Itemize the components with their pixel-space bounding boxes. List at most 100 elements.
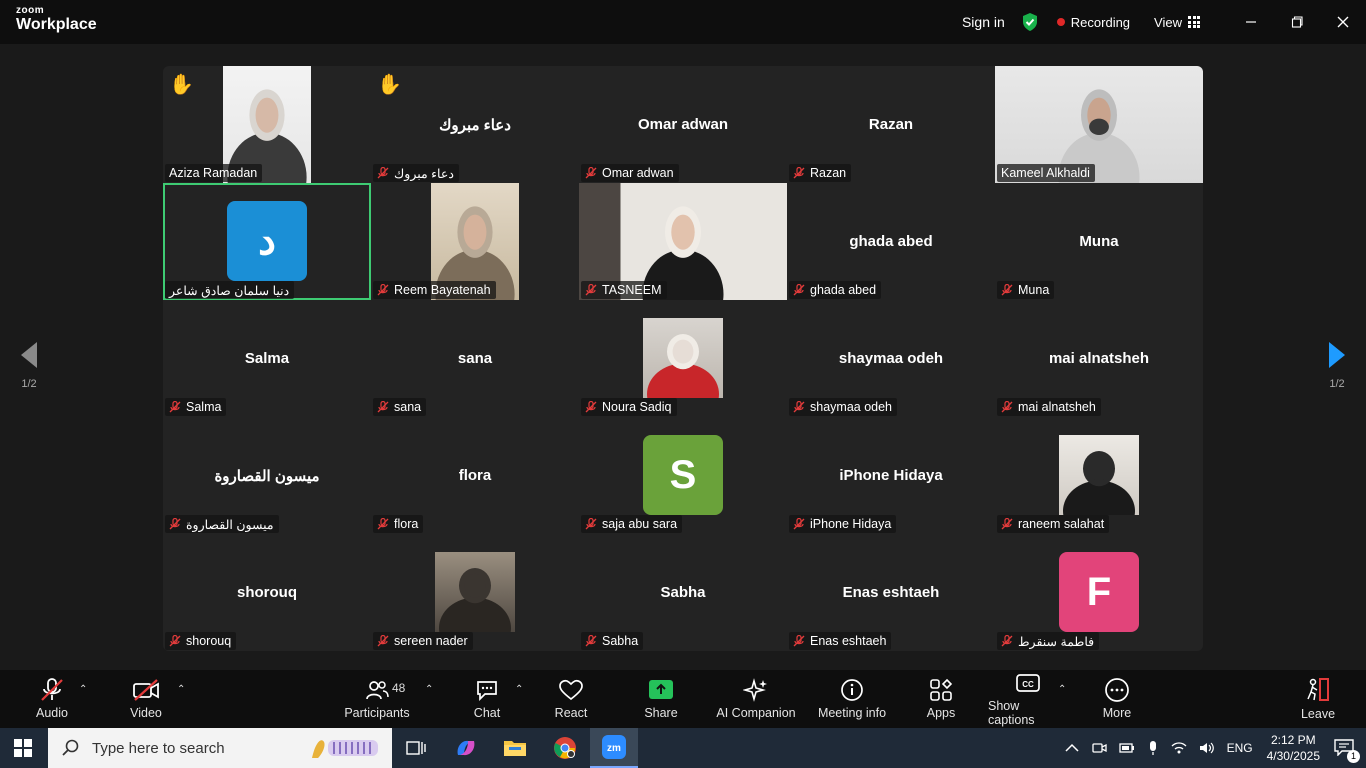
participants-options-caret-icon[interactable]: ⌃: [425, 684, 433, 695]
video-options-caret-icon[interactable]: ⌃: [177, 684, 185, 695]
participant-tile[interactable]: flora flora: [371, 417, 579, 534]
leave-button[interactable]: Leave: [1298, 670, 1338, 728]
grid-view-icon: [1188, 16, 1200, 28]
participant-name-text: iPhone Hidaya: [810, 517, 892, 531]
search-highlight-illustration: [312, 740, 378, 758]
participant-tile[interactable]: Ssaja abu sara: [579, 417, 787, 534]
chrome-app-button[interactable]: [541, 728, 589, 768]
participant-tile[interactable]: Kameel Alkhaldi: [995, 66, 1203, 183]
restore-button[interactable]: [1274, 0, 1320, 44]
close-button[interactable]: [1320, 0, 1366, 44]
chat-button[interactable]: Chat: [468, 670, 506, 728]
meeting-toolbar: Audio ⌃ Video ⌃ Participants 48 ⌃ Chat ⌃…: [0, 670, 1366, 728]
participant-name-label: Muna: [997, 281, 1055, 299]
chrome-icon: [554, 737, 576, 759]
participant-tile[interactable]: ✋ Aziza Ramadan: [163, 66, 371, 183]
show-hidden-icons-chevron-icon[interactable]: [1065, 743, 1079, 753]
participant-tile[interactable]: Enas eshtaeh Enas eshtaeh: [787, 534, 995, 651]
notification-count-badge: 1: [1347, 749, 1360, 763]
participant-tile[interactable]: د دنيا سلمان صادق شاعر: [163, 183, 371, 300]
participant-name-text: Sabha: [602, 634, 639, 648]
participant-name-label: ghada abed: [789, 281, 882, 299]
participant-tile[interactable]: TASNEEM: [579, 183, 787, 300]
participant-tile[interactable]: Sabha Sabha: [579, 534, 787, 651]
participant-tile[interactable]: Razan Razan: [787, 66, 995, 183]
recording-indicator[interactable]: Recording: [1056, 15, 1130, 30]
participant-name-text: flora: [394, 517, 419, 531]
taskbar-clock[interactable]: 2:12 PM 4/30/2025: [1267, 732, 1320, 764]
participant-tile[interactable]: sereen nader: [371, 534, 579, 651]
react-button[interactable]: React: [552, 670, 590, 728]
participant-tile[interactable]: Reem Bayatenah: [371, 183, 579, 300]
chat-options-caret-icon[interactable]: ⌃: [515, 684, 523, 695]
copilot-icon: [457, 740, 475, 756]
taskbar-search-box[interactable]: Type here to search: [48, 728, 392, 768]
participant-tile[interactable]: Muna Muna: [995, 183, 1203, 300]
volume-icon[interactable]: [1199, 741, 1215, 755]
participant-tile[interactable]: ghada abed ghada abed: [787, 183, 995, 300]
previous-page-button[interactable]: 1/2: [14, 340, 44, 390]
share-button[interactable]: Share: [642, 670, 680, 728]
participant-tile[interactable]: iPhone Hidaya iPhone Hidaya: [787, 417, 995, 534]
participant-tile[interactable]: shorouq shorouq: [163, 534, 371, 651]
video-label: Video: [130, 706, 162, 720]
audio-options-caret-icon[interactable]: ⌃: [79, 684, 87, 695]
participant-tile[interactable]: Noura Sadiq: [579, 300, 787, 417]
more-button[interactable]: More: [1098, 670, 1136, 728]
muted-microphone-icon: [585, 634, 597, 647]
heart-react-icon: [559, 679, 583, 701]
chat-icon: [477, 681, 497, 702]
next-page-button[interactable]: 1/2: [1322, 340, 1352, 390]
participant-tile[interactable]: Salma Salma: [163, 300, 371, 417]
leave-label: Leave: [1300, 707, 1336, 721]
participant-display-name: iPhone Hidaya: [839, 467, 943, 484]
gallery-view: ✋ Aziza Ramadan دعاء مبروك ✋ دعاء مبروك Omar …: [163, 66, 1203, 651]
video-button[interactable]: Video: [124, 670, 168, 728]
participant-name-label: Razan: [789, 164, 852, 182]
microphone-in-use-icon[interactable]: [1147, 740, 1159, 756]
audio-button[interactable]: Audio: [30, 670, 74, 728]
participant-tile[interactable]: sana sana: [371, 300, 579, 417]
minimize-button[interactable]: [1228, 0, 1274, 44]
task-view-button[interactable]: [392, 728, 440, 768]
captions-options-caret-icon[interactable]: ⌃: [1058, 684, 1066, 695]
participant-name-label: iPhone Hidaya: [789, 515, 897, 533]
leave-door-icon: [1307, 678, 1329, 701]
participant-name-text: TASNEEM: [602, 283, 662, 297]
participant-tile[interactable]: ميسون القصاروة ميسون القصاروة: [163, 417, 371, 534]
ai-companion-button[interactable]: AI Companion: [716, 670, 796, 728]
notification-center-button[interactable]: 1: [1334, 738, 1360, 763]
participant-display-name: Muna: [1079, 233, 1119, 250]
participant-tile[interactable]: F فاطمة سنقرط: [995, 534, 1203, 651]
participant-display-name: flora: [458, 467, 492, 484]
zoom-app-button[interactable]: zm: [590, 728, 638, 768]
participant-tile[interactable]: raneem salahat: [995, 417, 1203, 534]
participant-tile[interactable]: دعاء مبروك ✋ دعاء مبروك: [371, 66, 579, 183]
view-button[interactable]: View: [1154, 15, 1200, 30]
sign-in-button[interactable]: Sign in: [962, 14, 1005, 30]
muted-microphone-icon: [377, 517, 389, 530]
participant-name-label: shorouq: [165, 632, 237, 650]
participants-button[interactable]: Participants: [342, 670, 412, 728]
participant-name-text: sana: [394, 400, 422, 414]
file-explorer-button[interactable]: [491, 728, 539, 768]
meet-now-icon[interactable]: [1091, 740, 1107, 756]
windows-start-icon[interactable]: [14, 739, 32, 757]
network-wifi-icon[interactable]: [1171, 741, 1187, 755]
apps-button[interactable]: Apps: [922, 670, 960, 728]
battery-icon[interactable]: [1118, 741, 1135, 755]
muted-microphone-icon: [793, 166, 805, 179]
security-shield-icon[interactable]: [1021, 12, 1039, 32]
participant-tile[interactable]: mai alnatsheh mai alnatsheh: [995, 300, 1203, 417]
participant-name-text: raneem salahat: [1018, 517, 1105, 531]
participant-name-label: دعاء مبروك: [373, 164, 459, 182]
windows-taskbar: Type here to search zm ENG 2:12 PM 4/30/…: [0, 728, 1366, 768]
copilot-app-button[interactable]: [442, 728, 490, 768]
participant-tile[interactable]: shaymaa odeh shaymaa odeh: [787, 300, 995, 417]
page-indicator-left: 1/2: [21, 378, 37, 390]
meeting-info-button[interactable]: Meeting info: [816, 670, 888, 728]
ai-companion-label: AI Companion: [716, 706, 796, 720]
input-language-indicator[interactable]: ENG: [1227, 741, 1253, 755]
show-captions-button[interactable]: CC Show captions: [988, 670, 1068, 728]
participant-tile[interactable]: Omar adwan Omar adwan: [579, 66, 787, 183]
